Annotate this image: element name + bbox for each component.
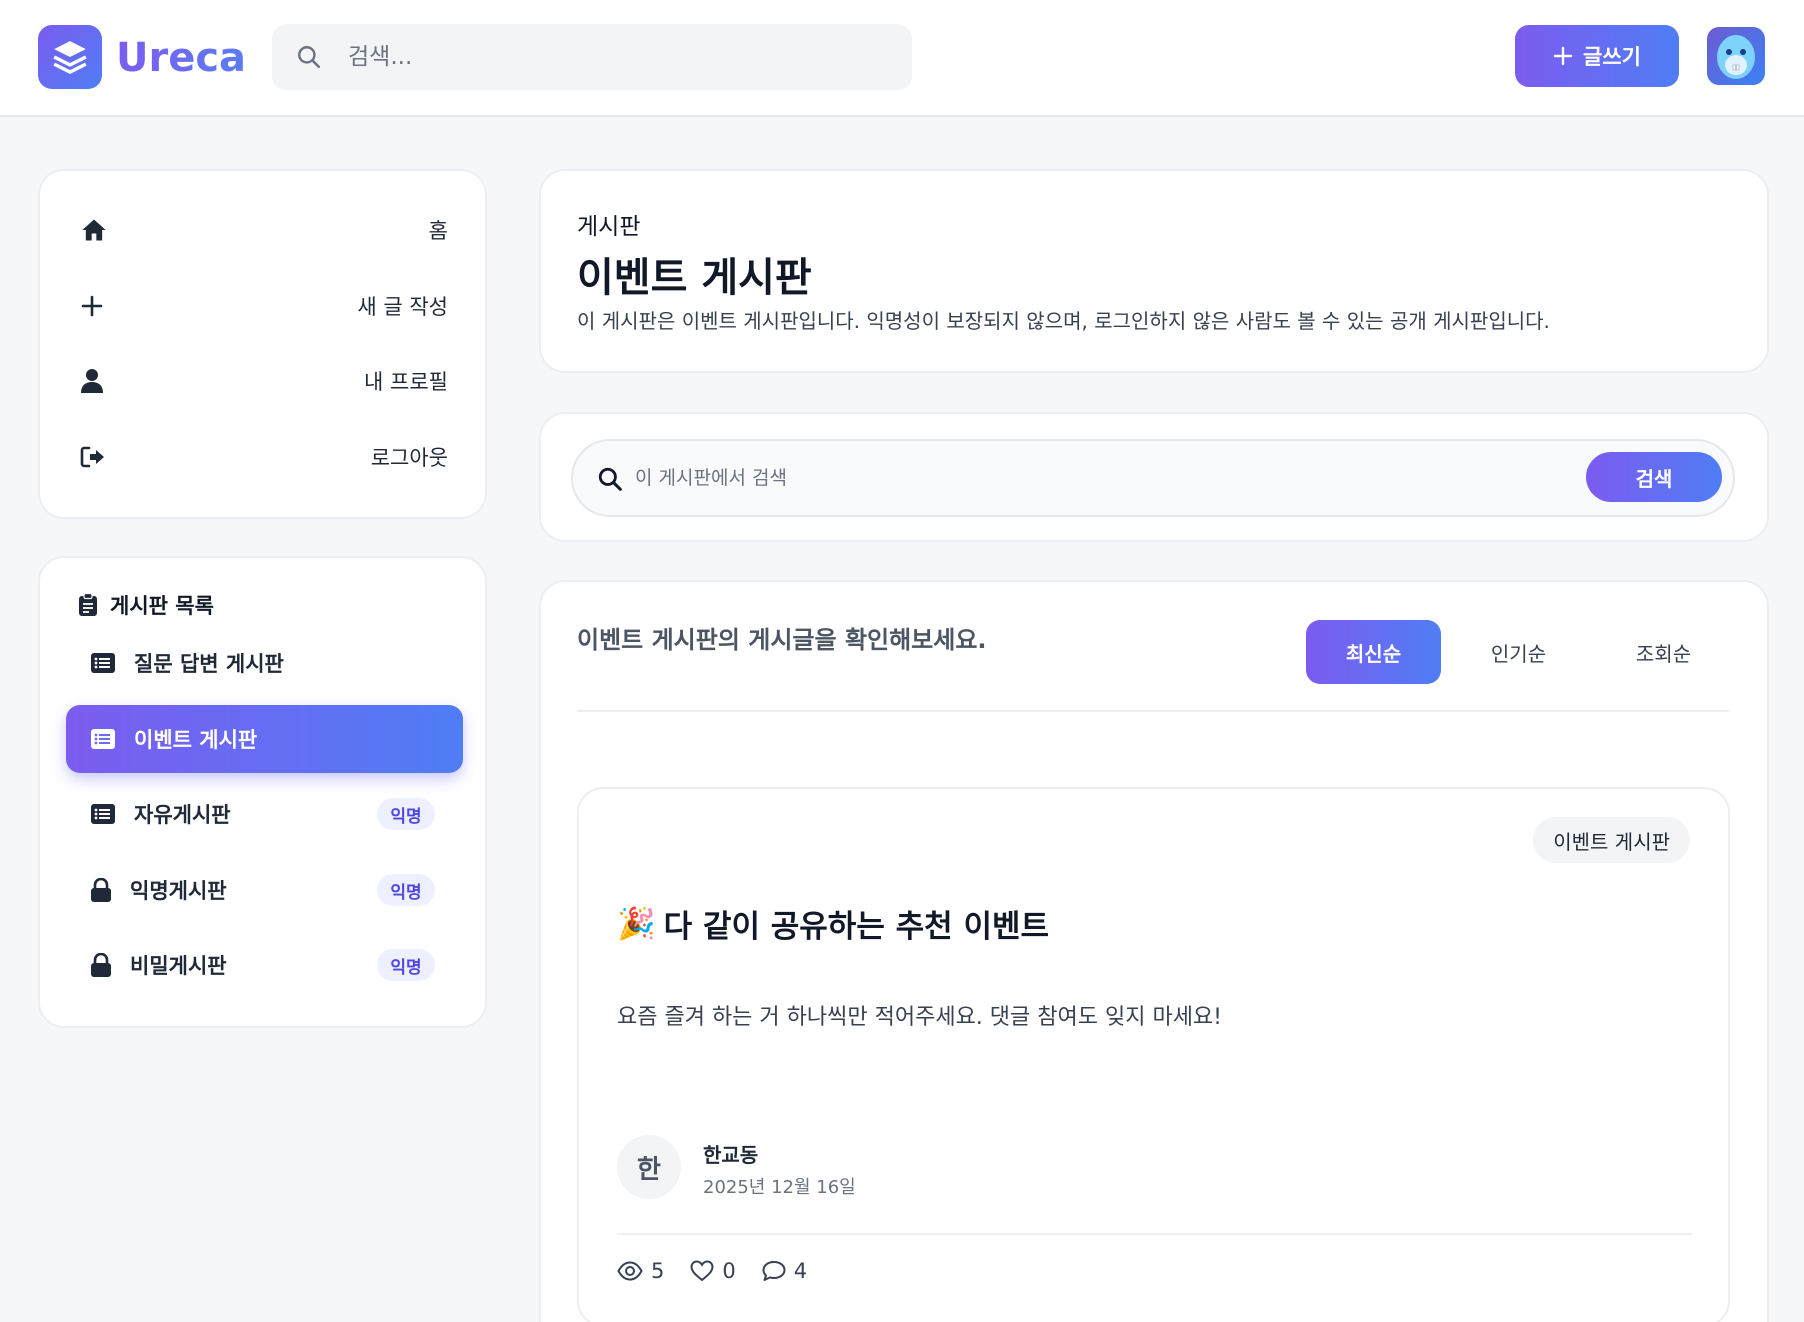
board-item-label: 자유게시판 <box>134 803 231 827</box>
post-title-text: 다 같이 공유하는 추천 이벤트 <box>663 909 1050 945</box>
nav-item-new-post[interactable]: 새 글 작성 <box>80 276 448 336</box>
board-item-anonymous[interactable]: 익명게시판 익명 <box>66 856 463 924</box>
board-item-event[interactable]: 이벤트 게시판 <box>66 705 463 773</box>
top-header: Ureca 글쓰기 <box>0 0 1804 117</box>
post-stats: 5 0 4 <box>617 1259 807 1283</box>
anonymous-badge: 익명 <box>377 949 435 981</box>
view-count-value: 5 <box>651 1259 665 1283</box>
nav-item-label: 내 프로필 <box>364 370 448 394</box>
sidebar-nav: 홈 새 글 작성 내 프로필 로그아웃 <box>38 169 487 519</box>
page-title: 이벤트 게시판 <box>577 255 812 301</box>
author-name: 한교동 <box>703 1143 759 1167</box>
anonymous-badge: 익명 <box>377 874 435 906</box>
plus-icon <box>81 295 103 317</box>
eye-icon <box>617 1261 643 1281</box>
post-title[interactable]: 🎉 다 같이 공유하는 추천 이벤트 <box>617 901 1049 946</box>
board-item-label: 이벤트 게시판 <box>134 728 258 752</box>
post-date: 2025년 12월 16일 <box>703 1177 856 1198</box>
write-post-label: 글쓰기 <box>1583 45 1641 69</box>
breadcrumb: 게시판 <box>577 214 641 240</box>
board-item-secret[interactable]: 비밀게시판 익명 <box>66 931 463 999</box>
board-search-button[interactable]: 검색 <box>1586 452 1722 502</box>
board-list-title: 게시판 목록 <box>78 582 214 628</box>
board-description: 이 게시판은 이벤트 게시판입니다. 익명성이 보장되지 않으며, 로그인하지 … <box>577 309 1550 333</box>
nav-item-label: 로그아웃 <box>370 446 448 470</box>
comment-count[interactable]: 4 <box>762 1259 807 1283</box>
sort-tab-popular[interactable]: 인기순 <box>1451 620 1586 684</box>
board-list: 게시판 목록 질문 답변 게시판 이벤트 게시판 자유게시판 익명 익명게시판 … <box>38 556 487 1028</box>
write-post-button[interactable]: 글쓰기 <box>1515 25 1679 87</box>
app-name[interactable]: Ureca <box>116 30 246 86</box>
party-popper-icon: 🎉 <box>617 906 656 942</box>
plus-icon <box>1553 46 1573 66</box>
divider <box>577 710 1729 712</box>
list-icon <box>91 653 115 673</box>
board-item-free[interactable]: 자유게시판 익명 <box>66 780 463 848</box>
board-item-label: 질문 답변 게시판 <box>134 652 284 676</box>
nav-item-label: 홈 <box>428 219 448 243</box>
nav-item-label: 새 글 작성 <box>357 295 448 319</box>
lock-icon <box>91 953 111 977</box>
logo-icon[interactable] <box>38 25 102 89</box>
board-item-label: 비밀게시판 <box>130 954 227 978</box>
divider <box>617 1233 1692 1235</box>
board-header: 게시판 이벤트 게시판 이 게시판은 이벤트 게시판입니다. 익명성이 보장되지… <box>539 169 1769 373</box>
post-excerpt: 요즘 즐겨 하는 거 하나씩만 적어주세요. 댓글 참여도 잊지 마세요! <box>617 1005 1222 1030</box>
user-icon <box>81 369 103 393</box>
heart-icon <box>690 1260 714 1282</box>
comment-icon <box>762 1261 786 1281</box>
avatar-character-icon <box>1717 35 1755 79</box>
search-icon <box>598 467 622 491</box>
sort-tab-latest[interactable]: 최신순 <box>1306 620 1441 684</box>
posts-panel: 이벤트 게시판의 게시글을 확인해보세요. 최신순 인기순 조회순 이벤트 게시… <box>539 580 1769 1322</box>
post-board-tag[interactable]: 이벤트 게시판 <box>1533 817 1690 863</box>
home-icon <box>82 219 106 241</box>
like-count-value: 0 <box>722 1259 736 1283</box>
view-count: 5 <box>617 1259 664 1283</box>
global-search-input[interactable] <box>348 24 888 90</box>
author-avatar: 한 <box>617 1135 681 1199</box>
board-item-label: 익명게시판 <box>130 879 227 903</box>
post-card[interactable]: 이벤트 게시판 🎉 다 같이 공유하는 추천 이벤트 요즘 즐겨 하는 거 하나… <box>577 787 1730 1322</box>
logout-icon <box>80 446 104 468</box>
anonymous-badge: 익명 <box>377 798 435 830</box>
board-search-panel: 검색 <box>539 412 1769 542</box>
nav-item-profile[interactable]: 내 프로필 <box>80 351 448 411</box>
search-icon <box>298 46 321 69</box>
clipboard-icon <box>79 593 97 616</box>
list-icon <box>91 729 115 749</box>
board-search-bar[interactable]: 검색 <box>571 439 1735 517</box>
user-avatar[interactable] <box>1707 27 1765 85</box>
like-count[interactable]: 0 <box>690 1259 736 1283</box>
nav-item-home[interactable]: 홈 <box>80 200 448 260</box>
lock-icon <box>91 878 111 902</box>
board-list-title-text: 게시판 목록 <box>110 594 214 618</box>
global-search[interactable] <box>272 24 912 90</box>
list-icon <box>91 804 115 824</box>
comment-count-value: 4 <box>793 1259 808 1283</box>
sort-tab-views[interactable]: 조회순 <box>1596 620 1731 684</box>
sort-tabs: 최신순 인기순 조회순 <box>1306 620 1731 684</box>
board-item-qna[interactable]: 질문 답변 게시판 <box>66 629 463 697</box>
nav-item-logout[interactable]: 로그아웃 <box>80 427 448 487</box>
posts-intro: 이벤트 게시판의 게시글을 확인해보세요. <box>577 626 987 654</box>
stack-icon <box>53 41 87 74</box>
board-search-input[interactable] <box>635 441 1535 515</box>
